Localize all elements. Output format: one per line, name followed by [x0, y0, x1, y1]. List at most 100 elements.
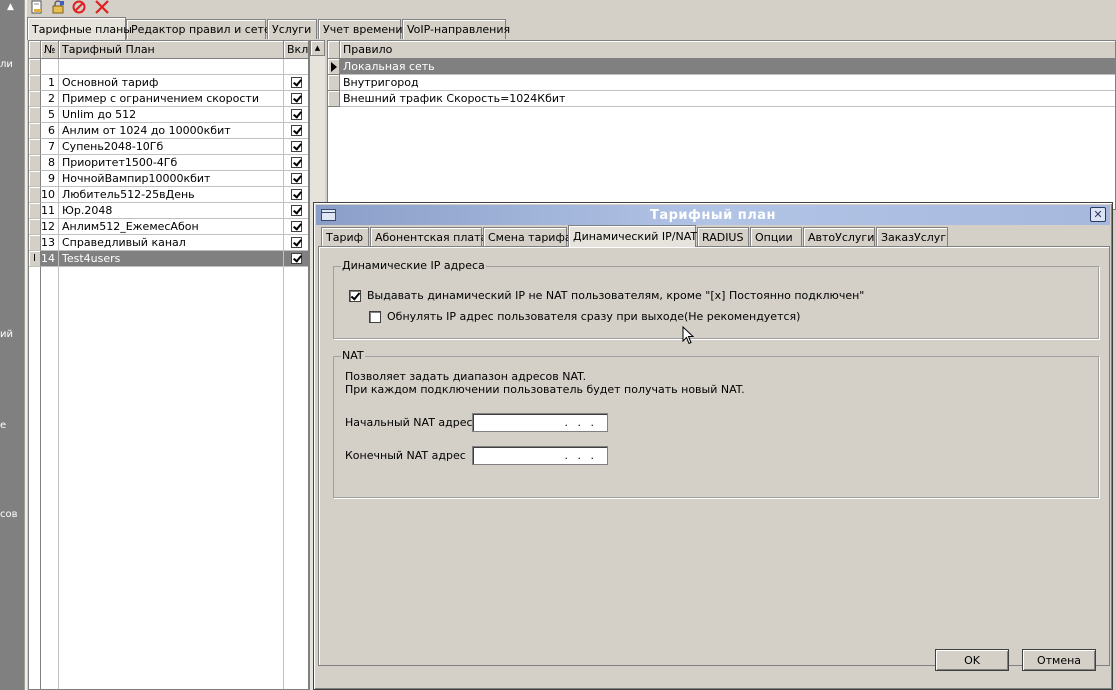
column-header-number[interactable]: № — [41, 41, 59, 59]
plan-name[interactable]: Пример с ограничением скорости — [59, 91, 284, 107]
enabled-checkbox[interactable] — [291, 237, 302, 248]
tab-dynamic-ip-nat[interactable]: Динамический IP/NAT — [568, 225, 697, 247]
enabled-cell[interactable] — [284, 155, 308, 171]
tab-service-order[interactable]: ЗаказУслуг — [876, 227, 948, 246]
give-dynamic-ip-checkbox[interactable]: Выдавать динамический IP не NAT пользова… — [349, 289, 864, 302]
row-indicator[interactable] — [29, 91, 41, 107]
enabled-checkbox[interactable] — [291, 141, 302, 152]
row-indicator[interactable] — [29, 203, 41, 219]
row-indicator[interactable] — [29, 107, 41, 123]
row-number[interactable]: 14 — [41, 251, 59, 267]
tab-voip[interactable]: VoIP-направления — [402, 19, 510, 39]
enabled-cell[interactable] — [284, 107, 308, 123]
enabled-cell[interactable] — [284, 123, 308, 139]
row-indicator[interactable] — [29, 187, 41, 203]
row-indicator[interactable] — [29, 235, 41, 251]
tab-auto-services[interactable]: АвтоУслуги — [803, 227, 875, 246]
tab-subscription-fee[interactable]: Абонентская плата — [370, 227, 487, 246]
row-indicator[interactable] — [29, 139, 41, 155]
row-indicator[interactable]: I — [29, 251, 41, 267]
enabled-checkbox[interactable] — [291, 157, 302, 168]
start-nat-address-input[interactable]: . . . — [472, 413, 608, 432]
enabled-cell[interactable] — [284, 251, 308, 267]
tab-options[interactable]: Опции — [750, 227, 802, 246]
row-indicator[interactable] — [328, 91, 340, 107]
enabled-cell[interactable] — [284, 235, 308, 251]
enabled-cell[interactable] — [284, 219, 308, 235]
enabled-checkbox[interactable] — [291, 93, 302, 104]
row-number[interactable]: 13 — [41, 235, 59, 251]
enabled-checkbox[interactable] — [291, 77, 302, 88]
tab-tariff[interactable]: Тариф — [321, 227, 369, 246]
row-number[interactable]: 1 — [41, 75, 59, 91]
tab-tariff-change[interactable]: Смена тарифа — [483, 227, 572, 246]
row-number[interactable]: 2 — [41, 91, 59, 107]
column-header-rule[interactable]: Правило — [340, 41, 1115, 59]
tab-radius[interactable]: RADIUS — [697, 227, 749, 246]
checkbox-box[interactable] — [349, 289, 361, 302]
filter-cell[interactable] — [59, 59, 284, 75]
plan-name[interactable]: Любитель512-25вДень — [59, 187, 284, 203]
tab-time-accounting[interactable]: Учет времени — [318, 19, 403, 39]
row-number[interactable]: 9 — [41, 171, 59, 187]
row-indicator[interactable] — [29, 155, 41, 171]
column-header-enabled[interactable]: Вкл — [284, 41, 308, 59]
rules-table[interactable]: Правило Локальная сеть Внутригород Внешний… — [327, 40, 1116, 210]
enabled-cell[interactable] — [284, 187, 308, 203]
row-indicator[interactable] — [29, 123, 41, 139]
enabled-checkbox[interactable] — [291, 189, 302, 200]
edit-icon[interactable] — [29, 0, 45, 14]
row-number[interactable]: 8 — [41, 155, 59, 171]
row-indicator[interactable] — [29, 171, 41, 187]
collapse-arrow-icon[interactable]: ▲ — [7, 2, 14, 12]
tab-rules-editor[interactable]: Редактор правил и сетей — [126, 19, 278, 39]
close-icon[interactable]: ✕ — [1090, 207, 1106, 222]
plan-name[interactable]: Юр.2048 — [59, 203, 284, 219]
row-indicator[interactable] — [29, 59, 41, 75]
row-number[interactable]: 7 — [41, 139, 59, 155]
plan-name[interactable]: Супень2048-10Гб — [59, 139, 284, 155]
row-indicator[interactable] — [29, 219, 41, 235]
tariff-plan-dialog[interactable]: Тарифный план ✕ Тариф Абонентская плата … — [313, 202, 1113, 690]
filter-cell[interactable] — [284, 59, 308, 75]
ok-button[interactable]: OK — [935, 649, 1009, 671]
column-header-plan[interactable]: Тарифный План — [59, 41, 284, 59]
enabled-checkbox[interactable] — [291, 253, 302, 264]
row-number[interactable]: 6 — [41, 123, 59, 139]
row-number[interactable]: 11 — [41, 203, 59, 219]
plan-name[interactable]: НочнойВампир10000кбит — [59, 171, 284, 187]
enabled-checkbox[interactable] — [291, 173, 302, 184]
row-indicator[interactable] — [328, 59, 340, 75]
lock-icon[interactable] — [50, 0, 66, 14]
row-number[interactable]: 10 — [41, 187, 59, 203]
plan-name[interactable]: Основной тариф — [59, 75, 284, 91]
dialog-titlebar[interactable]: Тарифный план ✕ — [316, 205, 1110, 225]
splitter[interactable] — [24, 0, 27, 690]
tab-tariff-plans[interactable]: Тарифные планы — [27, 17, 132, 40]
scroll-up-arrow-icon[interactable]: ▲ — [310, 40, 325, 56]
delete-icon[interactable] — [94, 0, 110, 14]
cancel-button[interactable]: Отмена — [1022, 649, 1096, 671]
rule-row[interactable]: Внешний трафик Скорость=1024Кбит — [340, 91, 1115, 107]
enabled-checkbox[interactable] — [291, 221, 302, 232]
rule-row[interactable]: Локальная сеть — [340, 59, 1115, 75]
row-indicator[interactable] — [29, 75, 41, 91]
checkbox-box[interactable] — [369, 310, 381, 323]
plan-name[interactable]: Анлим от 1024 до 10000кбит — [59, 123, 284, 139]
rule-row[interactable]: Внутригород — [340, 75, 1115, 91]
filter-cell[interactable] — [41, 59, 59, 75]
enabled-cell[interactable] — [284, 139, 308, 155]
row-indicator[interactable] — [328, 75, 340, 91]
enabled-checkbox[interactable] — [291, 125, 302, 136]
plan-name[interactable]: Test4users — [59, 251, 284, 267]
enabled-cell[interactable] — [284, 75, 308, 91]
tariff-plans-table[interactable]: № Тарифный План Вкл 1 Основной тариф 2 Прим… — [28, 40, 309, 690]
plan-name[interactable]: Приоритет1500-4Гб — [59, 155, 284, 171]
enabled-checkbox[interactable] — [291, 205, 302, 216]
plan-name[interactable]: Справедливый канал — [59, 235, 284, 251]
end-nat-address-input[interactable]: . . . — [472, 446, 608, 465]
row-number[interactable]: 5 — [41, 107, 59, 123]
plan-name[interactable]: Unlim до 512 — [59, 107, 284, 123]
enabled-cell[interactable] — [284, 171, 308, 187]
disable-icon[interactable] — [71, 0, 87, 14]
